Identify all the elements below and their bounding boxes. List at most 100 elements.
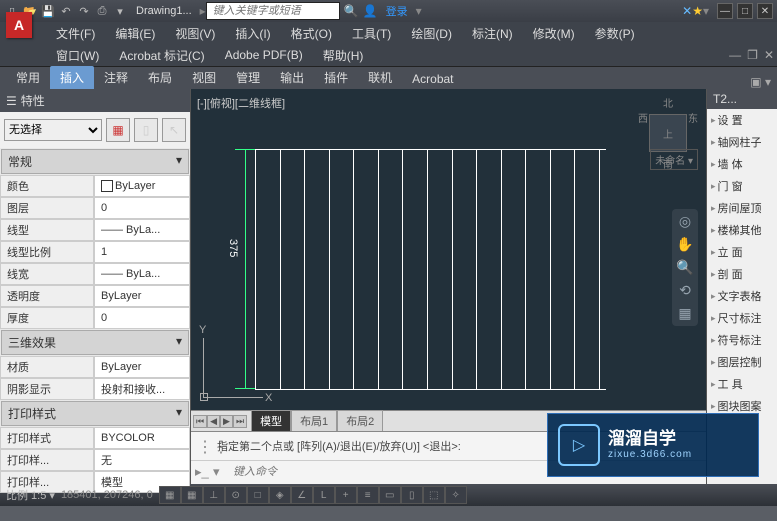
prop-thickness-value[interactable]: 0 [94,307,190,329]
lwt-toggle[interactable]: ≡ [357,486,379,504]
tab-layout[interactable]: 布局 [138,66,182,89]
qp-toggle[interactable]: ▯ [401,486,423,504]
tab-online[interactable]: 联机 [358,66,402,89]
menu-view[interactable]: 视图(V) [165,25,225,42]
palette-item[interactable]: 立 面 [707,241,777,263]
menu-acrobat[interactable]: Acrobat 标记(C) [109,47,214,64]
menu-params[interactable]: 参数(P) [585,25,645,42]
palette-item[interactable]: 门 窗 [707,175,777,197]
prop-ltscale-value[interactable]: 1 [94,241,190,263]
palette-item[interactable]: 墙 体 [707,153,777,175]
minimize-button[interactable]: — [717,3,733,19]
pan-icon[interactable]: ✋ [676,236,693,253]
menu-edit[interactable]: 编辑(E) [105,25,165,42]
recent-commands-icon[interactable]: ▾ [213,464,231,480]
menu-annotate[interactable]: 标注(N) [462,25,523,42]
drawing-canvas[interactable]: [-][俯视][二维线框] 375 XY 北 西上东 [191,89,706,410]
ortho-toggle[interactable]: ⊥ [203,486,225,504]
exchange-icon[interactable]: ✕ [682,4,692,18]
zoom-extents-icon[interactable]: 🔍 [676,259,693,276]
palette-item[interactable]: 设 置 [707,109,777,131]
prop-linetype-value[interactable]: —— ByLa... [94,219,190,241]
prop-color-value[interactable]: ByLayer [94,175,190,197]
menu-draw[interactable]: 绘图(D) [401,25,462,42]
tab-prev-icon[interactable]: ◀ [207,415,220,428]
sc-toggle[interactable]: ⬚ [423,486,445,504]
tab-view[interactable]: 视图 [182,66,226,89]
otrack-toggle[interactable]: ∠ [291,486,313,504]
section-3d[interactable]: 三维效果▾ [1,330,189,355]
print-icon[interactable]: ⎙ [94,3,110,19]
quickselect-button[interactable]: ▦ [106,118,130,142]
star-icon[interactable]: ★ [692,4,703,18]
ucs-icon[interactable]: XY [203,328,273,398]
palette-item[interactable]: 符号标注 [707,329,777,351]
prop-material-value[interactable]: ByLayer [94,356,190,378]
prop-transparency-value[interactable]: ByLayer [94,285,190,307]
menu-help[interactable]: 帮助(H) [313,47,374,64]
pickadd-button[interactable]: ▯ [134,118,158,142]
ducs-toggle[interactable]: L [313,486,335,504]
showmotion-icon[interactable]: ▦ [678,305,691,322]
tab-layout1[interactable]: 布局1 [291,410,337,432]
orbit-icon[interactable]: ⟲ [679,282,691,299]
osnap-toggle[interactable]: □ [247,486,269,504]
menu-window[interactable]: 窗口(W) [46,47,109,64]
palette-item[interactable]: 文字表格 [707,285,777,307]
help-dropdown-icon[interactable]: ▾ [703,4,709,18]
viewport-label[interactable]: [-][俯视][二维线框] [197,95,285,111]
tab-home[interactable]: 常用 [6,66,50,89]
prop-plotstyle2-value[interactable]: 无 [94,449,190,471]
signin-link[interactable]: 登录 [386,3,408,19]
undo-icon[interactable]: ↶ [58,3,74,19]
close-button[interactable]: ✕ [757,3,773,19]
doc-restore-icon[interactable]: ❐ [744,48,761,62]
am-toggle[interactable]: ✧ [445,486,467,504]
tab-plugins[interactable]: 插件 [314,66,358,89]
view-name-dropdown[interactable]: 未命名 ▾ [650,149,698,170]
menu-file[interactable]: 文件(F) [46,25,105,42]
menu-format[interactable]: 格式(O) [281,25,342,42]
tab-first-icon[interactable]: ⏮ [193,415,207,428]
prop-layer-value[interactable]: 0 [94,197,190,219]
anno-scale[interactable]: 比例 1:5 ▾ [6,487,55,503]
prop-plotstyle-value[interactable]: BYCOLOR [94,427,190,449]
steering-wheel-icon[interactable]: ◎ [679,213,691,230]
menu-insert[interactable]: 插入(I) [225,25,280,42]
qat-dropdown-icon[interactable]: ▾ [112,3,128,19]
palette-item[interactable]: 房间屋顶 [707,197,777,219]
selectobj-button[interactable]: ↖ [162,118,186,142]
section-plot[interactable]: 打印样式▾ [1,401,189,426]
3dosnap-toggle[interactable]: ◈ [269,486,291,504]
menu-adobepdf[interactable]: Adobe PDF(B) [215,48,313,62]
polar-toggle[interactable]: ⊙ [225,486,247,504]
palette-item[interactable]: 楼梯其他 [707,219,777,241]
tab-output[interactable]: 输出 [270,66,314,89]
ribbon-expand-icon[interactable]: ▣ ▾ [744,75,777,89]
search-icon[interactable]: 🔍 [344,4,359,18]
maximize-button[interactable]: □ [737,3,753,19]
tab-acrobat[interactable]: Acrobat [402,69,463,89]
tpy-toggle[interactable]: ▭ [379,486,401,504]
doc-minimize-icon[interactable]: — [726,48,744,62]
tab-manage[interactable]: 管理 [226,66,270,89]
tab-insert[interactable]: 插入 [50,66,94,89]
cmdline-grip-icon[interactable]: ⋮⋮ [197,437,215,455]
tab-annotate[interactable]: 注释 [94,66,138,89]
menu-modify[interactable]: 修改(M) [523,25,585,42]
save-icon[interactable]: 💾 [40,3,56,19]
prop-lweight-value[interactable]: —— ByLa... [94,263,190,285]
help-search-input[interactable] [206,2,340,20]
tab-model[interactable]: 模型 [251,410,291,432]
prop-shadow-value[interactable]: 投射和接收... [94,378,190,400]
palette-item[interactable]: 轴网柱子 [707,131,777,153]
snap-toggle[interactable]: ▦ [159,486,181,504]
dropdown-icon[interactable]: ▾ [416,4,422,18]
menu-tools[interactable]: 工具(T) [342,25,401,42]
tab-last-icon[interactable]: ⏭ [233,415,247,428]
selection-dropdown[interactable]: 无选择 [4,119,102,141]
dyn-toggle[interactable]: + [335,486,357,504]
app-logo[interactable]: A [6,12,32,38]
doc-close-icon[interactable]: ✕ [761,48,777,62]
palette-item[interactable]: 剖 面 [707,263,777,285]
